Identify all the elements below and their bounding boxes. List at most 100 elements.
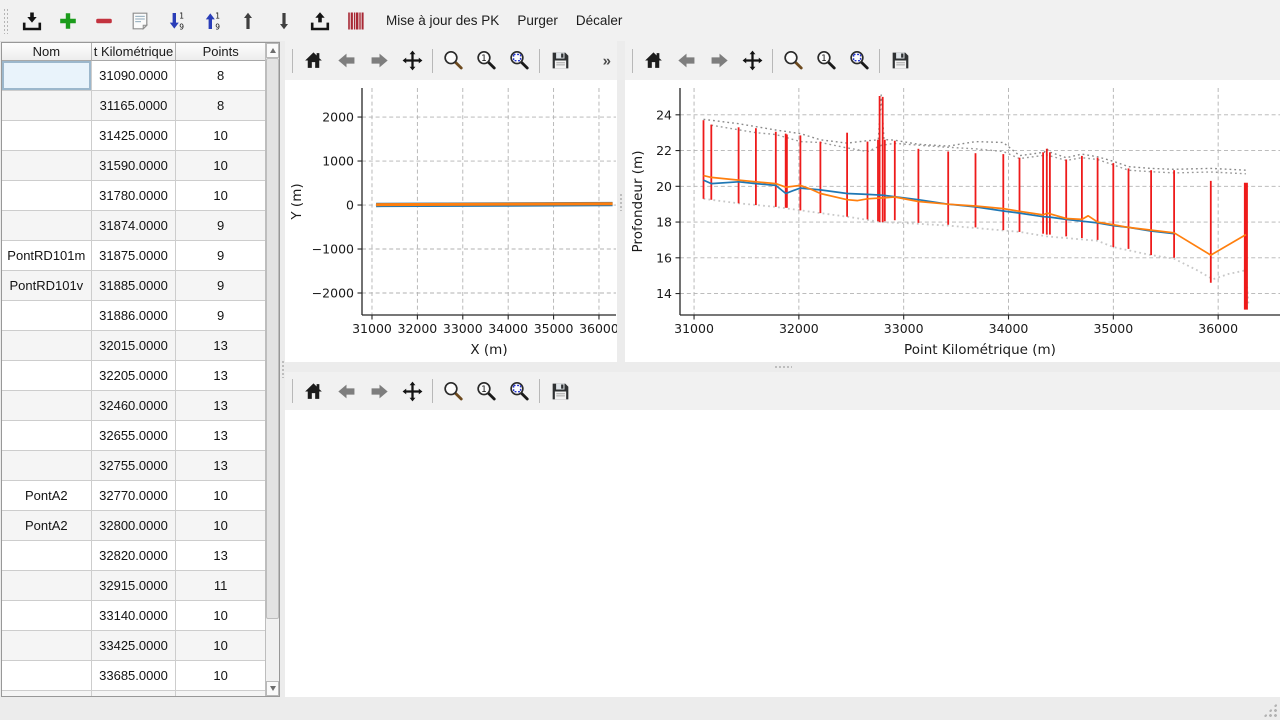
move-down-button[interactable]: [270, 7, 298, 35]
profiles-button[interactable]: [342, 7, 370, 35]
table-cell[interactable]: 31780.0000: [92, 181, 177, 211]
table-cell[interactable]: 31874.0000: [92, 211, 177, 241]
table-cell[interactable]: 9: [176, 211, 266, 241]
table-cell[interactable]: 13: [176, 331, 266, 361]
table-cell[interactable]: 32460.0000: [92, 391, 177, 421]
table-cell[interactable]: [2, 631, 92, 661]
table-cell[interactable]: [2, 301, 92, 331]
table-cell[interactable]: PontRD101m: [2, 241, 92, 271]
table-cell[interactable]: [2, 211, 92, 241]
table-cell[interactable]: PontA2: [2, 511, 92, 541]
table-cell[interactable]: 8: [176, 91, 266, 121]
table-cell[interactable]: 10: [176, 511, 266, 541]
back-button[interactable]: [673, 48, 699, 74]
zoom-button[interactable]: [780, 48, 806, 74]
save-button[interactable]: [547, 48, 573, 74]
table-cell[interactable]: 13: [176, 391, 266, 421]
table-cell[interactable]: [2, 181, 92, 211]
back-button[interactable]: [333, 48, 359, 74]
pan-button[interactable]: [399, 48, 425, 74]
table-cell[interactable]: 31886.0000: [92, 301, 177, 331]
forward-button[interactable]: [366, 378, 392, 404]
add-row-button[interactable]: [54, 7, 82, 35]
decaler-button[interactable]: Décaler: [574, 9, 625, 32]
resize-grip[interactable]: [1263, 703, 1277, 717]
table-cell[interactable]: 32655.0000: [92, 421, 177, 451]
notes-button[interactable]: [126, 7, 154, 35]
table-cell[interactable]: 10: [176, 481, 266, 511]
table-cell[interactable]: 32755.0000: [92, 451, 177, 481]
remove-row-button[interactable]: [90, 7, 118, 35]
bottom-plot-canvas[interactable]: [285, 410, 1280, 697]
table-cell[interactable]: 8: [176, 61, 266, 91]
table-cell[interactable]: 9: [176, 301, 266, 331]
zoom-one-button[interactable]: 1: [473, 378, 499, 404]
pan-button[interactable]: [399, 378, 425, 404]
zoom-rect-button[interactable]: [506, 48, 532, 74]
zoom-rect-button[interactable]: [846, 48, 872, 74]
table-cell[interactable]: 10: [176, 631, 266, 661]
toolbar-overflow-button[interactable]: »: [603, 52, 611, 69]
table-scrollbar[interactable]: [265, 43, 279, 696]
table-cell[interactable]: 13: [176, 361, 266, 391]
pan-button[interactable]: [739, 48, 765, 74]
table-cell[interactable]: [2, 601, 92, 631]
table-cell[interactable]: 32915.0000: [92, 571, 177, 601]
table-cell[interactable]: [2, 331, 92, 361]
zoom-button[interactable]: [440, 48, 466, 74]
table-cell[interactable]: 32770.0000: [92, 481, 177, 511]
table-cell[interactable]: [2, 61, 92, 91]
table-cell[interactable]: PontA2: [2, 481, 92, 511]
table-cell[interactable]: 31425.0000: [92, 121, 177, 151]
table-cell[interactable]: [2, 91, 92, 121]
sort-ascending-button[interactable]: 19: [198, 7, 226, 35]
import-button[interactable]: [18, 7, 46, 35]
toolbar-drag-handle[interactable]: [3, 8, 10, 34]
table-cell[interactable]: 9: [176, 241, 266, 271]
table-cell[interactable]: 9: [176, 271, 266, 301]
table-cell[interactable]: 10: [176, 601, 266, 631]
scroll-up-button[interactable]: [266, 43, 279, 58]
back-button[interactable]: [333, 378, 359, 404]
save-button[interactable]: [887, 48, 913, 74]
zoom-rect-button[interactable]: [506, 378, 532, 404]
trace-plot-canvas[interactable]: 310003200033000340003500036000−2000−1000…: [285, 80, 617, 362]
table-cell[interactable]: [2, 451, 92, 481]
splitter-horizontal[interactable]: [285, 362, 1280, 372]
zoom-one-button[interactable]: 1: [813, 48, 839, 74]
sort-descending-button[interactable]: 19: [162, 7, 190, 35]
forward-button[interactable]: [706, 48, 732, 74]
table-cell[interactable]: [2, 571, 92, 601]
table-cell[interactable]: 10: [176, 661, 266, 691]
table-cell[interactable]: 32820.0000: [92, 541, 177, 571]
table-cell[interactable]: 31875.0000: [92, 241, 177, 271]
table-cell[interactable]: [2, 541, 92, 571]
table-cell[interactable]: 33685.0000: [92, 661, 177, 691]
table-cell[interactable]: 31590.0000: [92, 151, 177, 181]
table-cell[interactable]: 32205.0000: [92, 361, 177, 391]
scroll-down-button[interactable]: [266, 681, 279, 696]
zoom-one-button[interactable]: 1: [473, 48, 499, 74]
home-button[interactable]: [640, 48, 666, 74]
column-header-nom[interactable]: Nom: [2, 43, 92, 61]
home-button[interactable]: [300, 48, 326, 74]
table-cell[interactable]: PontRD101v: [2, 271, 92, 301]
table-cell[interactable]: 13: [176, 421, 266, 451]
table-cell[interactable]: 33425.0000: [92, 631, 177, 661]
table-cell[interactable]: 10: [176, 121, 266, 151]
move-up-button[interactable]: [234, 7, 262, 35]
scrollbar-thumb[interactable]: [266, 58, 279, 619]
table-cell[interactable]: 31885.0000: [92, 271, 177, 301]
profile-plot-canvas[interactable]: 3100032000330003400035000360001416182022…: [625, 80, 1280, 362]
table-cell[interactable]: 10: [176, 181, 266, 211]
column-header-points[interactable]: Points: [176, 43, 266, 61]
table-cell[interactable]: 11: [176, 571, 266, 601]
table-cell[interactable]: 31165.0000: [92, 91, 177, 121]
table-cell[interactable]: [2, 661, 92, 691]
table-cell[interactable]: 33140.0000: [92, 601, 177, 631]
table-cell[interactable]: 10: [176, 151, 266, 181]
table-cell[interactable]: 32800.0000: [92, 511, 177, 541]
export-button[interactable]: [306, 7, 334, 35]
splitter-between-plots[interactable]: [617, 41, 625, 362]
table-cell[interactable]: [2, 151, 92, 181]
